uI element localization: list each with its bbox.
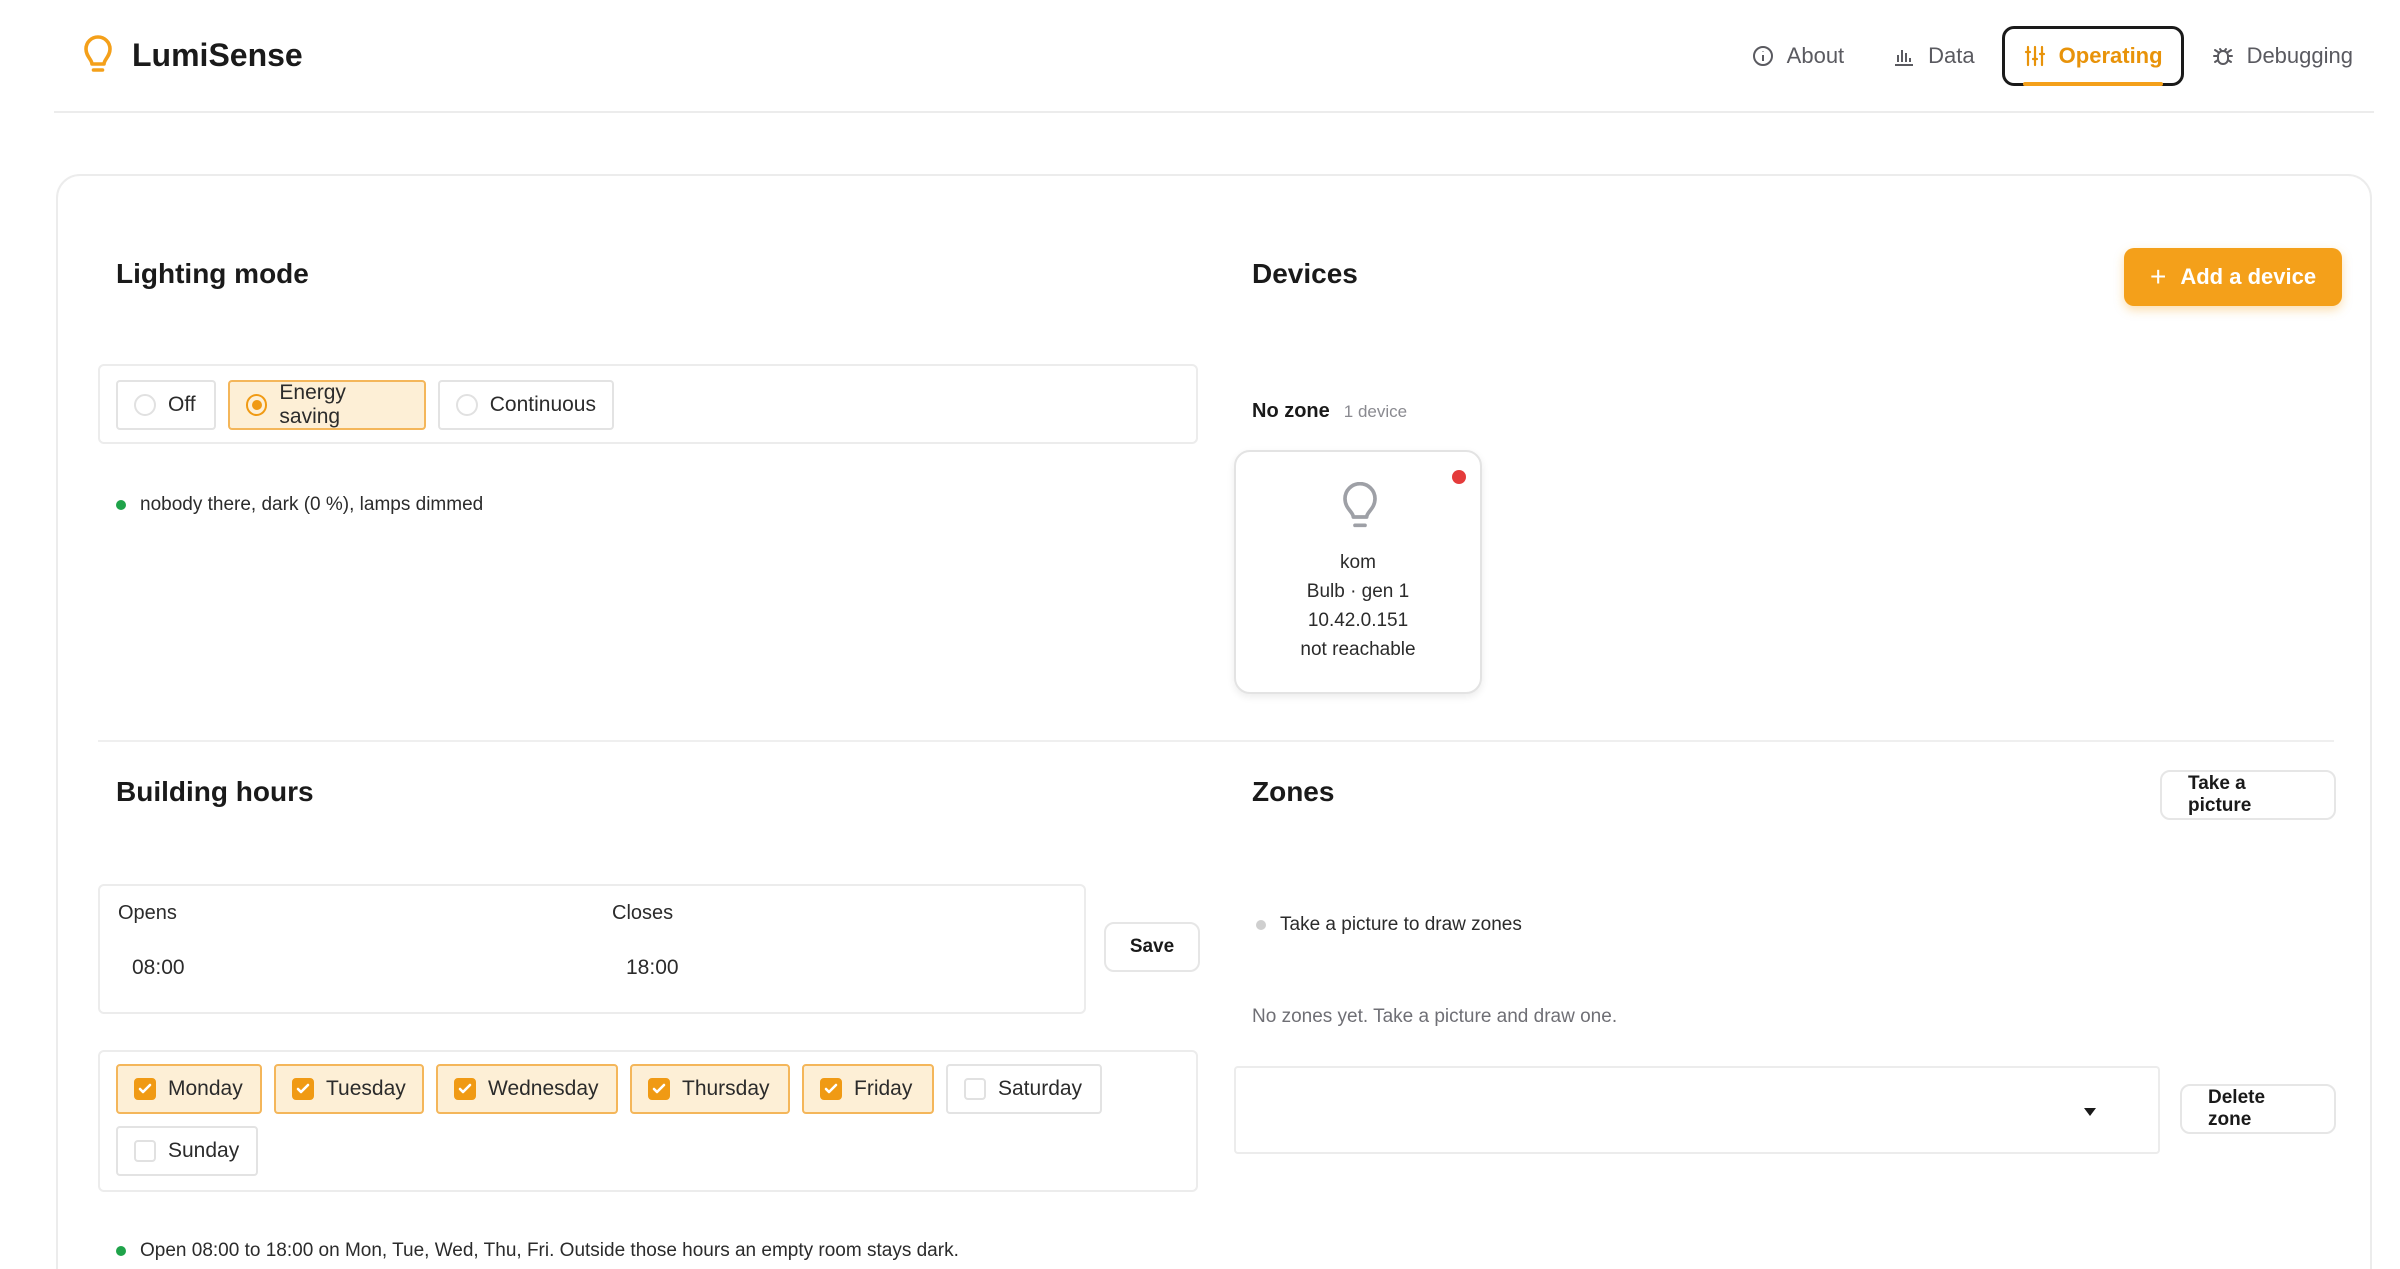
app-name: LumiSense — [132, 36, 303, 73]
device-card[interactable]: kom Bulb · gen 1 10.42.0.151 not reachab… — [1234, 450, 1482, 694]
lighting-mode-group: Off Energy saving Continuous — [98, 364, 1198, 444]
sliders-icon — [2024, 45, 2045, 67]
check-icon — [824, 1083, 838, 1094]
checkbox-sunday — [134, 1140, 156, 1162]
closes-time-input[interactable]: 18:00 — [626, 956, 679, 980]
device-type: Bulb · gen 1 — [1306, 581, 1410, 602]
lightbulb-icon — [1343, 482, 1377, 528]
zone-select[interactable] — [1234, 1066, 2160, 1154]
devices-title: Devices — [1252, 258, 1358, 289]
zones-status-text: Take a picture to draw zones — [1280, 914, 1522, 935]
nav-data-label: Data — [1928, 43, 1975, 68]
check-icon — [652, 1083, 666, 1094]
operating-card: Lighting mode Off Energy saving Continuo… — [56, 174, 2372, 1269]
device-group-count: 1 device — [1343, 402, 1408, 421]
info-icon — [1752, 46, 1773, 66]
checkbox-friday — [820, 1078, 842, 1100]
save-hours-button[interactable]: Save — [1104, 922, 1200, 972]
check-icon — [138, 1083, 152, 1094]
device-group-name: No zone — [1252, 400, 1330, 422]
day-friday[interactable]: Friday — [802, 1064, 934, 1114]
day-wednesday[interactable]: Wednesday — [436, 1064, 618, 1114]
device-group-header: No zone 1 device — [1252, 400, 1407, 423]
day-wednesday-label: Wednesday — [488, 1077, 599, 1100]
day-saturday-label: Saturday — [998, 1077, 1083, 1100]
checkbox-monday — [134, 1078, 156, 1100]
nav-about[interactable]: About — [1730, 26, 1866, 86]
checkbox-tuesday — [292, 1078, 314, 1100]
zones-title: Zones — [1252, 776, 1335, 807]
status-dot-grey — [1256, 920, 1266, 930]
bug-icon — [2212, 48, 2233, 65]
plus-icon: + — [2150, 261, 2167, 292]
hours-box: Opens 08:00 Closes 18:00 — [98, 884, 1086, 1014]
lighting-status: nobody there, dark (0 %), lamps dimmed — [116, 494, 483, 516]
mode-option-continuous[interactable]: Continuous — [438, 380, 614, 430]
lighting-status-text: nobody there, dark (0 %), lamps dimmed — [140, 494, 484, 515]
mode-option-energy-saving[interactable]: Energy saving — [228, 380, 426, 430]
device-name: kom — [1340, 552, 1376, 573]
add-device-button[interactable]: + Add a device — [2124, 248, 2343, 306]
main-nav: About Data Operating Debugging — [1724, 26, 2374, 86]
building-hours-title: Building hours — [116, 776, 314, 807]
hours-status: Open 08:00 to 18:00 on Mon, Tue, Wed, Th… — [116, 1240, 959, 1262]
day-monday-label: Monday — [168, 1077, 243, 1100]
radio-continuous — [456, 394, 478, 416]
radio-energy-saving — [246, 394, 268, 416]
nav-debugging-label: Debugging — [2246, 43, 2353, 68]
closes-label: Closes — [612, 902, 674, 924]
check-icon — [296, 1083, 310, 1094]
status-dot-green — [116, 500, 126, 510]
nav-debugging[interactable]: Debugging — [2190, 26, 2374, 86]
delete-zone-button[interactable]: Delete zone — [2180, 1084, 2336, 1134]
nav-operating-label: Operating — [2058, 43, 2163, 68]
nav-data[interactable]: Data — [1871, 26, 1995, 86]
mode-option-continuous-label: Continuous — [489, 393, 596, 416]
day-thursday-label: Thursday — [682, 1077, 770, 1100]
nav-about-label: About — [1786, 43, 1845, 68]
device-state: not reachable — [1300, 639, 1416, 660]
status-dot-green — [116, 1246, 126, 1256]
checkbox-thursday — [648, 1078, 670, 1100]
day-monday[interactable]: Monday — [116, 1064, 262, 1114]
day-thursday[interactable]: Thursday — [630, 1064, 790, 1114]
mode-option-off-label: Off — [168, 393, 196, 416]
device-ip: 10.42.0.151 — [1307, 610, 1409, 631]
checkbox-wednesday — [454, 1078, 476, 1100]
checkbox-saturday — [964, 1078, 986, 1100]
caret-down-icon — [2084, 1108, 2096, 1116]
day-sunday[interactable]: Sunday — [116, 1126, 258, 1176]
day-tuesday[interactable]: Tuesday — [274, 1064, 424, 1114]
take-picture-button[interactable]: Take a picture — [2160, 770, 2336, 820]
app-header: LumiSense About Data Operating Debugging — [54, 0, 2374, 113]
check-icon — [458, 1083, 472, 1094]
lighting-mode-title: Lighting mode — [116, 258, 309, 289]
zones-empty-message: No zones yet. Take a picture and draw on… — [1252, 1006, 1618, 1027]
zones-status: Take a picture to draw zones — [1256, 914, 1522, 936]
radio-off — [134, 394, 156, 416]
mode-option-off[interactable]: Off — [116, 380, 216, 430]
device-status-dot — [1452, 470, 1466, 484]
lightbulb-logo-icon — [84, 35, 112, 72]
day-saturday[interactable]: Saturday — [946, 1064, 1102, 1114]
hours-status-text: Open 08:00 to 18:00 on Mon, Tue, Wed, Th… — [140, 1240, 959, 1261]
opens-label: Opens — [118, 902, 177, 924]
bar-chart-icon — [1895, 50, 1914, 66]
days-group: Monday Tuesday Wednesday Thursday Friday… — [98, 1050, 1198, 1192]
day-friday-label: Friday — [854, 1077, 913, 1100]
brand[interactable]: LumiSense — [80, 34, 303, 76]
section-divider — [98, 740, 2334, 742]
device-details: kom Bulb · gen 1 10.42.0.151 not reachab… — [1236, 548, 1480, 664]
opens-time-input[interactable]: 08:00 — [132, 956, 185, 980]
add-device-label: Add a device — [2180, 264, 2317, 289]
day-tuesday-label: Tuesday — [326, 1077, 406, 1100]
day-sunday-label: Sunday — [168, 1139, 240, 1162]
nav-operating[interactable]: Operating — [2001, 26, 2184, 86]
mode-option-energy-saving-label: Energy saving — [279, 381, 346, 428]
